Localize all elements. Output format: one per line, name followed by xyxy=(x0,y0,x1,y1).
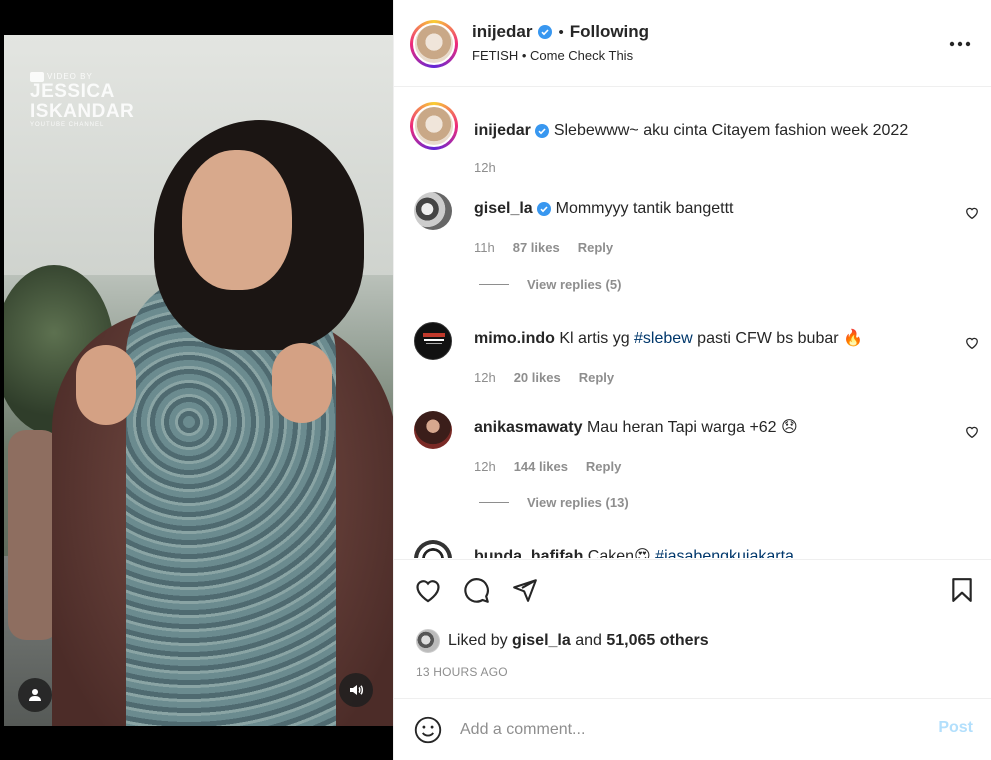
verified-badge-icon xyxy=(537,201,552,216)
author-username[interactable]: inijedar xyxy=(472,22,532,42)
audio-toggle-button[interactable] xyxy=(339,673,373,707)
person-icon xyxy=(29,689,41,701)
liked-by-user[interactable]: gisel_la xyxy=(512,632,571,650)
heart-icon xyxy=(416,580,440,603)
video-face xyxy=(182,150,292,290)
heart-icon xyxy=(966,426,978,439)
liker-avatar[interactable] xyxy=(416,629,440,653)
heart-icon xyxy=(966,337,978,350)
share-button[interactable] xyxy=(512,577,538,608)
following-button[interactable]: Following xyxy=(570,22,649,42)
caption-text: Slebewww~ aku cinta Citayem fashion week… xyxy=(553,122,909,139)
post-media[interactable]: VIDEO BY JESSICA ISKANDAR YOUTUBE CHANNE… xyxy=(0,0,393,760)
post-actions: Liked by gisel_la and 51,065 others 13 H… xyxy=(394,559,991,698)
comment-username[interactable]: mimo.indo xyxy=(474,330,555,347)
hashtag-link[interactable]: #jasabengkujakarta xyxy=(655,548,794,558)
like-button[interactable] xyxy=(414,577,442,608)
commenter-avatar[interactable] xyxy=(414,411,452,449)
post-panel: inijedar • Following FETISH • Come Check… xyxy=(393,0,991,760)
smiley-icon xyxy=(414,716,442,744)
post-comment-button[interactable]: Post xyxy=(938,719,973,737)
video-hand-left xyxy=(76,345,136,425)
post-header: inijedar • Following FETISH • Come Check… xyxy=(394,0,991,87)
caption-time[interactable]: 12h xyxy=(474,160,496,175)
view-replies-button[interactable]: View replies (13) xyxy=(479,495,629,510)
comment-text-start: Caken😍 xyxy=(587,548,656,558)
mimo-logo-icon xyxy=(423,333,445,344)
comment-username[interactable]: bunda_hafifah xyxy=(474,548,583,558)
emoji-picker-button[interactable] xyxy=(414,716,442,749)
view-replies-button[interactable]: View replies (5) xyxy=(479,277,621,292)
comment-time[interactable]: 11h xyxy=(474,240,495,255)
author-avatar[interactable] xyxy=(410,20,458,68)
audio-track-label[interactable]: FETISH • Come Check This xyxy=(472,48,649,63)
verified-badge-icon xyxy=(535,123,550,138)
likes-summary: Liked by gisel_la and 51,065 others xyxy=(416,629,709,653)
comment-input[interactable] xyxy=(460,713,900,747)
reply-button[interactable]: Reply xyxy=(586,459,621,474)
comment-likes[interactable]: 87 likes xyxy=(513,240,560,255)
caption-avatar[interactable] xyxy=(410,102,458,150)
save-button[interactable] xyxy=(951,577,973,608)
comment-like-button[interactable] xyxy=(965,336,979,354)
comment-like-button[interactable] xyxy=(965,206,979,224)
verified-badge-icon xyxy=(538,25,553,39)
comment-likes[interactable]: 144 likes xyxy=(514,459,568,474)
hashtag-link[interactable]: #slebew xyxy=(634,330,693,347)
more-horizontal-icon xyxy=(949,41,971,47)
comment-button[interactable] xyxy=(463,577,490,609)
commenter-avatar[interactable] xyxy=(414,322,452,360)
commenter-avatar[interactable] xyxy=(414,540,452,558)
comment-text-start: Kl artis yg xyxy=(559,330,635,347)
video-watermark: VIDEO BY JESSICA ISKANDAR YOUTUBE CHANNE… xyxy=(30,72,135,128)
bookmark-icon xyxy=(952,578,972,602)
comment-text: Mau heran Tapi warga +62 😞 xyxy=(586,419,798,436)
heart-icon xyxy=(966,207,978,220)
commenter-avatar[interactable] xyxy=(414,192,452,230)
speaker-icon xyxy=(350,685,364,695)
post-timestamp[interactable]: 13 HOURS AGO xyxy=(416,665,508,679)
reply-button[interactable]: Reply xyxy=(578,240,613,255)
comment-time[interactable]: 12h xyxy=(474,459,496,474)
caption-username[interactable]: inijedar xyxy=(474,122,531,139)
comment-username[interactable]: gisel_la xyxy=(474,200,533,217)
reply-button[interactable]: Reply xyxy=(579,370,614,385)
comment-icon xyxy=(464,578,489,603)
comment-text: Mommyyy tantik bangettt xyxy=(555,200,734,217)
more-options-button[interactable] xyxy=(949,34,971,52)
likes-count-button[interactable]: 51,065 others xyxy=(606,632,708,650)
comment-likes[interactable]: 20 likes xyxy=(514,370,561,385)
comment-text-end: pasti CFW bs bubar 🔥 xyxy=(692,330,863,347)
video-hand-right xyxy=(272,343,332,423)
comment-time[interactable]: 12h xyxy=(474,370,496,385)
video-frame[interactable] xyxy=(4,35,393,726)
comment-like-button[interactable] xyxy=(965,425,979,443)
send-icon xyxy=(513,579,537,602)
comments-list[interactable]: inijedar Slebewww~ aku cinta Citayem fas… xyxy=(394,88,991,558)
comment-username[interactable]: anikasmawaty xyxy=(474,419,583,436)
tagged-users-button[interactable] xyxy=(18,678,52,712)
add-comment-bar: Post xyxy=(394,698,991,760)
